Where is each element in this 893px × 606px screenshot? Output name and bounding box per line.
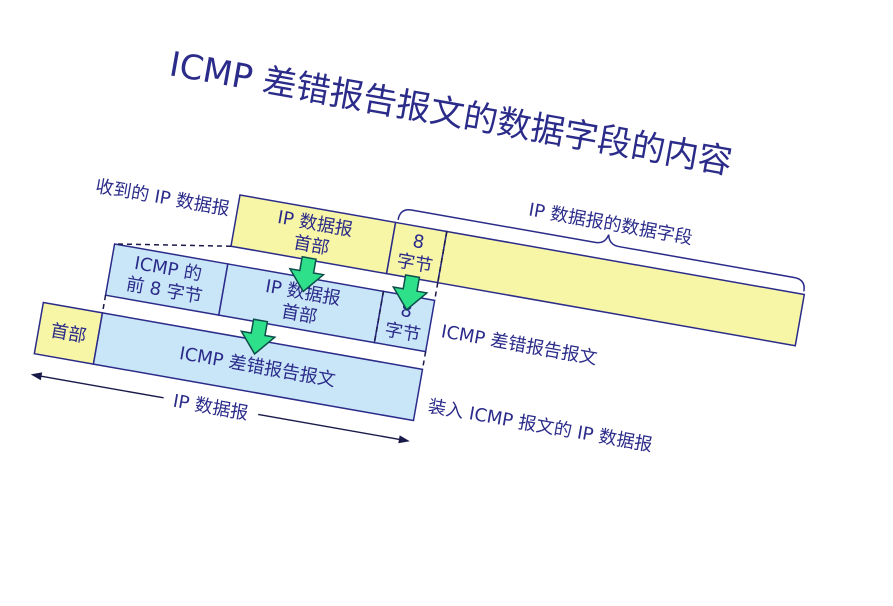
ip-data-field-box	[436, 230, 806, 347]
guide-right-row2	[421, 351, 427, 370]
diagram-body: 收到的 IP 数据报 IP 数据报 首部 8 字节 IP 数据报的数据字段 IC…	[30, 176, 806, 456]
ip-span-line-left	[37, 374, 164, 399]
diagram-title: ICMP 差错报告报文的数据字段的内容	[166, 44, 735, 182]
ip-datagram-span-label: IP 数据报	[171, 391, 249, 425]
encapsulated-label: 装入 ICMP 报文的 IP 数据报	[426, 396, 654, 456]
icmp-first8-box	[104, 243, 229, 317]
guide-right-row1	[433, 282, 439, 301]
icmp-error-message-side-label: ICMP 差错报告报文	[440, 321, 599, 369]
ip-span-arrow-right	[398, 435, 410, 444]
guide-left-row2	[101, 295, 107, 314]
received-ip-datagram-label: 收到的 IP 数据报	[94, 176, 231, 220]
ip-span-line-right	[258, 413, 404, 441]
icmp-diagram: ICMP 差错报告报文的数据字段的内容 收到的 IP 数据报 IP 数据报 首部…	[30, 44, 806, 456]
ip-span-arrow-left	[30, 372, 43, 381]
